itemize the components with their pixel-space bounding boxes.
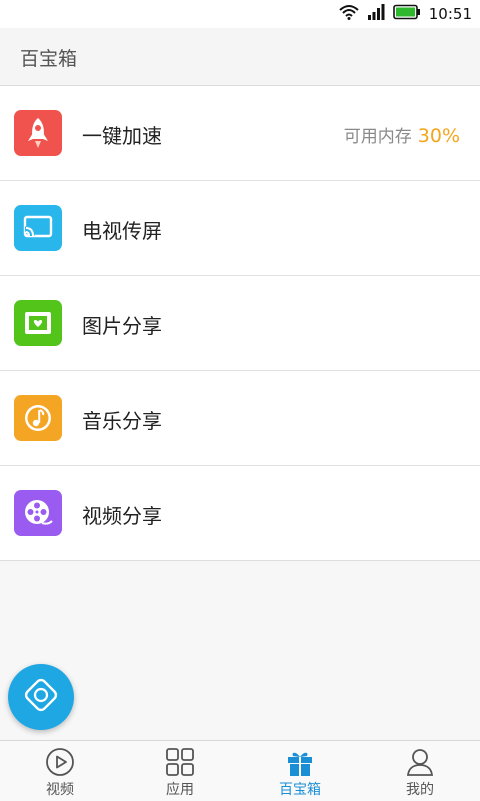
status-bar: 10:51: [0, 0, 480, 28]
list-item-photo-share[interactable]: 图片分享: [0, 276, 480, 371]
list-item-label: 一键加速: [82, 124, 162, 148]
tab-apps[interactable]: 应用: [120, 741, 240, 801]
tab-label: 我的: [406, 782, 434, 798]
rocket-icon: [14, 110, 62, 156]
film-reel-icon: [14, 490, 62, 536]
status-icons: 10:51: [339, 4, 472, 24]
tab-label: 应用: [166, 782, 194, 798]
list-item-label: 音乐分享: [82, 409, 162, 433]
remote-control-icon: [21, 675, 61, 719]
remote-control-button[interactable]: [8, 664, 74, 730]
play-circle-icon: [45, 747, 75, 777]
memory-label: 可用内存: [343, 127, 412, 147]
tab-toolbox[interactable]: 百宝箱: [240, 741, 360, 801]
wifi-icon: [339, 4, 359, 24]
tab-mine[interactable]: 我的: [360, 741, 480, 801]
picture-icon: [14, 300, 62, 346]
user-icon: [405, 747, 435, 777]
toolbox-list: 一键加速 可用内存 30% 电视传屏 图片分享 音乐分享 视频分享: [0, 86, 480, 561]
status-time: 10:51: [428, 5, 472, 23]
list-item-label: 电视传屏: [82, 219, 162, 243]
tab-label: 视频: [46, 782, 74, 798]
memory-status: 可用内存 30%: [344, 122, 460, 147]
page-title: 百宝箱: [20, 48, 78, 70]
cast-icon: [14, 205, 62, 251]
tab-video[interactable]: 视频: [0, 741, 120, 801]
list-item-video-share[interactable]: 视频分享: [0, 466, 480, 561]
battery-icon: [392, 4, 421, 24]
list-item-label: 视频分享: [82, 504, 162, 528]
list-item-label: 图片分享: [82, 314, 162, 338]
grid-icon: [165, 747, 195, 777]
tab-label: 百宝箱: [279, 782, 321, 798]
gift-icon: [285, 747, 315, 777]
bottom-tab-bar: 视频 应用 百宝箱 我的: [0, 740, 480, 801]
memory-percent: 30%: [417, 125, 460, 147]
list-item-tv-cast[interactable]: 电视传屏: [0, 181, 480, 276]
signal-icon: [367, 4, 385, 24]
list-item-speed-up[interactable]: 一键加速 可用内存 30%: [0, 86, 480, 181]
app-header: 百宝箱: [0, 28, 480, 86]
music-note-icon: [14, 395, 62, 441]
list-item-music-share[interactable]: 音乐分享: [0, 371, 480, 466]
